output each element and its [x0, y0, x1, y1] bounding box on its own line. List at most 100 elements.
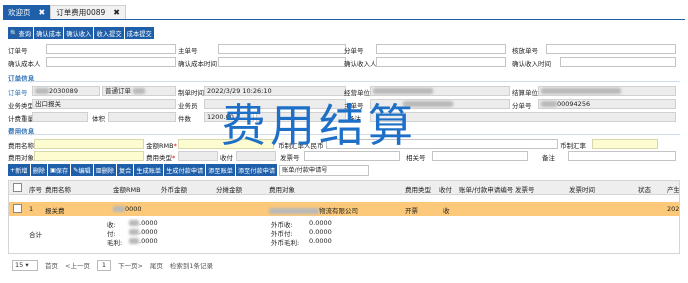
redacted-text — [35, 88, 49, 94]
col-header[interactable]: 费用类型 — [405, 184, 431, 194]
biz-type-value: 出口报关 — [35, 100, 61, 108]
next-page-link[interactable]: 下一页> — [118, 260, 143, 270]
page-number-input[interactable]: 1 — [96, 259, 111, 271]
generate-bill-button[interactable]: 生成账单 — [134, 164, 164, 176]
fee-name-input[interactable] — [34, 139, 144, 149]
submit-cost-button[interactable]: 成本提交 — [124, 27, 154, 39]
col-header[interactable]: 金额RMB — [113, 184, 141, 194]
fee-type-select[interactable] — [178, 151, 218, 161]
table-row[interactable]: 1 报关费 0000 物流有限公司 开票 收 2022. — [9, 202, 679, 216]
summary-profit-value-text: .0000 — [139, 237, 158, 245]
confirm-income-user-input[interactable] — [376, 57, 506, 67]
confirm-income-time-input[interactable] — [560, 57, 676, 67]
order-no-label: 订单号 — [8, 89, 28, 97]
col-header[interactable]: 账单/付款申请编号 — [459, 184, 513, 194]
col-header[interactable]: 费用名称 — [45, 184, 71, 194]
confirm-income-button[interactable]: 确认收入 — [64, 27, 94, 39]
summary-fx-profit-value: 0.0000 — [309, 237, 332, 245]
button-label: 生成付款申请 — [166, 167, 204, 175]
fee-name-label: 费用名称* — [8, 140, 37, 150]
remark-input[interactable] — [568, 151, 676, 161]
delete-button[interactable]: 删除 — [30, 164, 47, 176]
prev-page-link[interactable]: <上一页 — [65, 260, 90, 270]
currency-rate2-input[interactable] — [592, 139, 658, 149]
confirm-cost-time-label: 确认成本时间 — [178, 60, 217, 68]
save-button[interactable]: ▣ 保存 — [47, 164, 71, 176]
row-checkbox[interactable] — [13, 204, 22, 213]
redacted-text — [133, 88, 146, 94]
summary-label: 合计 — [29, 231, 42, 239]
compound-button[interactable]: 复合 — [116, 164, 134, 176]
bill-request-no-input[interactable]: 账单/付款申请号 — [279, 164, 370, 176]
fee-target-label-text: 费用对象 — [8, 154, 34, 162]
first-page-link[interactable]: 首页 — [45, 260, 58, 270]
redacted-text — [269, 208, 319, 214]
required-mark: * — [173, 142, 177, 150]
query-button[interactable]: 🔍 查询 — [8, 27, 34, 39]
summary-fx-profit-label: 外币毛利: — [271, 239, 300, 247]
generate-payment-request-button[interactable]: 生成付款申请 — [164, 164, 206, 176]
salesman-label: 业务员 — [178, 102, 198, 110]
cell-target-value: 物流有限公司 — [319, 207, 358, 215]
sub-no-label: 分单号 — [512, 102, 532, 110]
search-row-1: 订单号 主单号 分单号 核放单号 — [8, 44, 680, 55]
col-header[interactable]: 费用对象 — [269, 184, 295, 194]
record-count: 检索到1条记录 — [169, 262, 214, 270]
confirm-income-user-label: 确认收入人 — [344, 60, 377, 68]
tab-welcome[interactable]: 欢迎页 ✖ — [3, 5, 51, 19]
confirm-cost-user-input[interactable] — [46, 57, 176, 67]
col-header[interactable]: 外币金额 — [161, 184, 187, 194]
required-mark: * — [172, 154, 176, 162]
remove-button[interactable]: ▥ 删除 — [93, 164, 116, 176]
cell-index: 1 — [29, 205, 34, 213]
confirm-cost-time-input[interactable] — [218, 57, 346, 67]
col-header[interactable]: 产生日 — [667, 184, 679, 194]
order-no-value: 2030089 — [49, 87, 78, 95]
col-header[interactable]: 发票时间 — [569, 184, 595, 194]
close-icon[interactable]: ✖ — [39, 8, 46, 17]
biz-type-field: 出口报关 — [32, 99, 176, 109]
sub-no-field: 00094256 — [538, 99, 676, 109]
add-to-payment-request-button[interactable]: 添至付款申请 — [235, 164, 278, 176]
settle-unit-label: 结算单位 — [512, 89, 538, 97]
fee-target-input[interactable] — [34, 151, 144, 161]
amount-rmb-label: 金额RMB* — [146, 140, 177, 150]
edit-button[interactable]: ✎ 编辑 — [71, 164, 93, 176]
summary-income-value: .0000 — [129, 219, 158, 227]
main-order-no-input[interactable] — [218, 44, 346, 54]
tab-label: 订单费用0089 — [56, 8, 106, 17]
fee-type-label: 费用类型* — [146, 152, 175, 162]
button-label: 收入提交 — [96, 30, 122, 38]
add-to-bill-button[interactable]: 添至账单 — [206, 164, 235, 176]
grid-header: 序号 费用名称 金额RMB 外币金额 分摊金额 费用对象 费用类型 收付 账单/… — [9, 181, 679, 195]
confirm-cost-button[interactable]: 确认成本 — [34, 27, 64, 39]
redacted-text — [129, 229, 139, 235]
confirm-cost-user-label: 确认成本人 — [8, 60, 41, 68]
col-header[interactable]: 发票号 — [515, 184, 535, 194]
select-all-checkbox[interactable] — [13, 183, 22, 192]
sub-order-no-input[interactable] — [376, 44, 506, 54]
tab-order-fee[interactable]: 订单费用0089 ✖ — [50, 5, 126, 19]
related-no-input[interactable] — [432, 151, 528, 161]
button-label: 删除 — [32, 167, 45, 175]
col-header[interactable]: 收付 — [439, 184, 452, 194]
volume-label: 体积 — [92, 115, 105, 123]
cell-amount: 0000 — [113, 205, 142, 213]
cell-fee-name: 报关费 — [45, 207, 65, 215]
verify-no-input[interactable] — [546, 44, 676, 54]
summary-fx-pay-value: 0.0000 — [309, 228, 332, 236]
close-icon[interactable]: ✖ — [113, 8, 120, 17]
col-header[interactable]: 序号 — [29, 184, 42, 194]
settle-unit-field — [538, 86, 676, 96]
section-divider — [8, 81, 680, 82]
col-header[interactable]: 状态 — [638, 184, 651, 194]
submit-income-button[interactable]: 收入提交 — [94, 27, 124, 39]
page-size-value: 15 — [15, 260, 24, 269]
last-page-link[interactable]: 尾页 — [150, 260, 163, 270]
charge-weight-field — [32, 112, 88, 122]
page-size-select[interactable]: 15 ▾ — [12, 259, 38, 271]
add-button[interactable]: + 新增 — [8, 164, 30, 176]
search-row-2: 确认成本人 确认成本时间 确认收入人 确认收入时间 — [8, 57, 680, 68]
order-no-input[interactable] — [46, 44, 176, 54]
col-header[interactable]: 分摊金额 — [216, 184, 242, 194]
